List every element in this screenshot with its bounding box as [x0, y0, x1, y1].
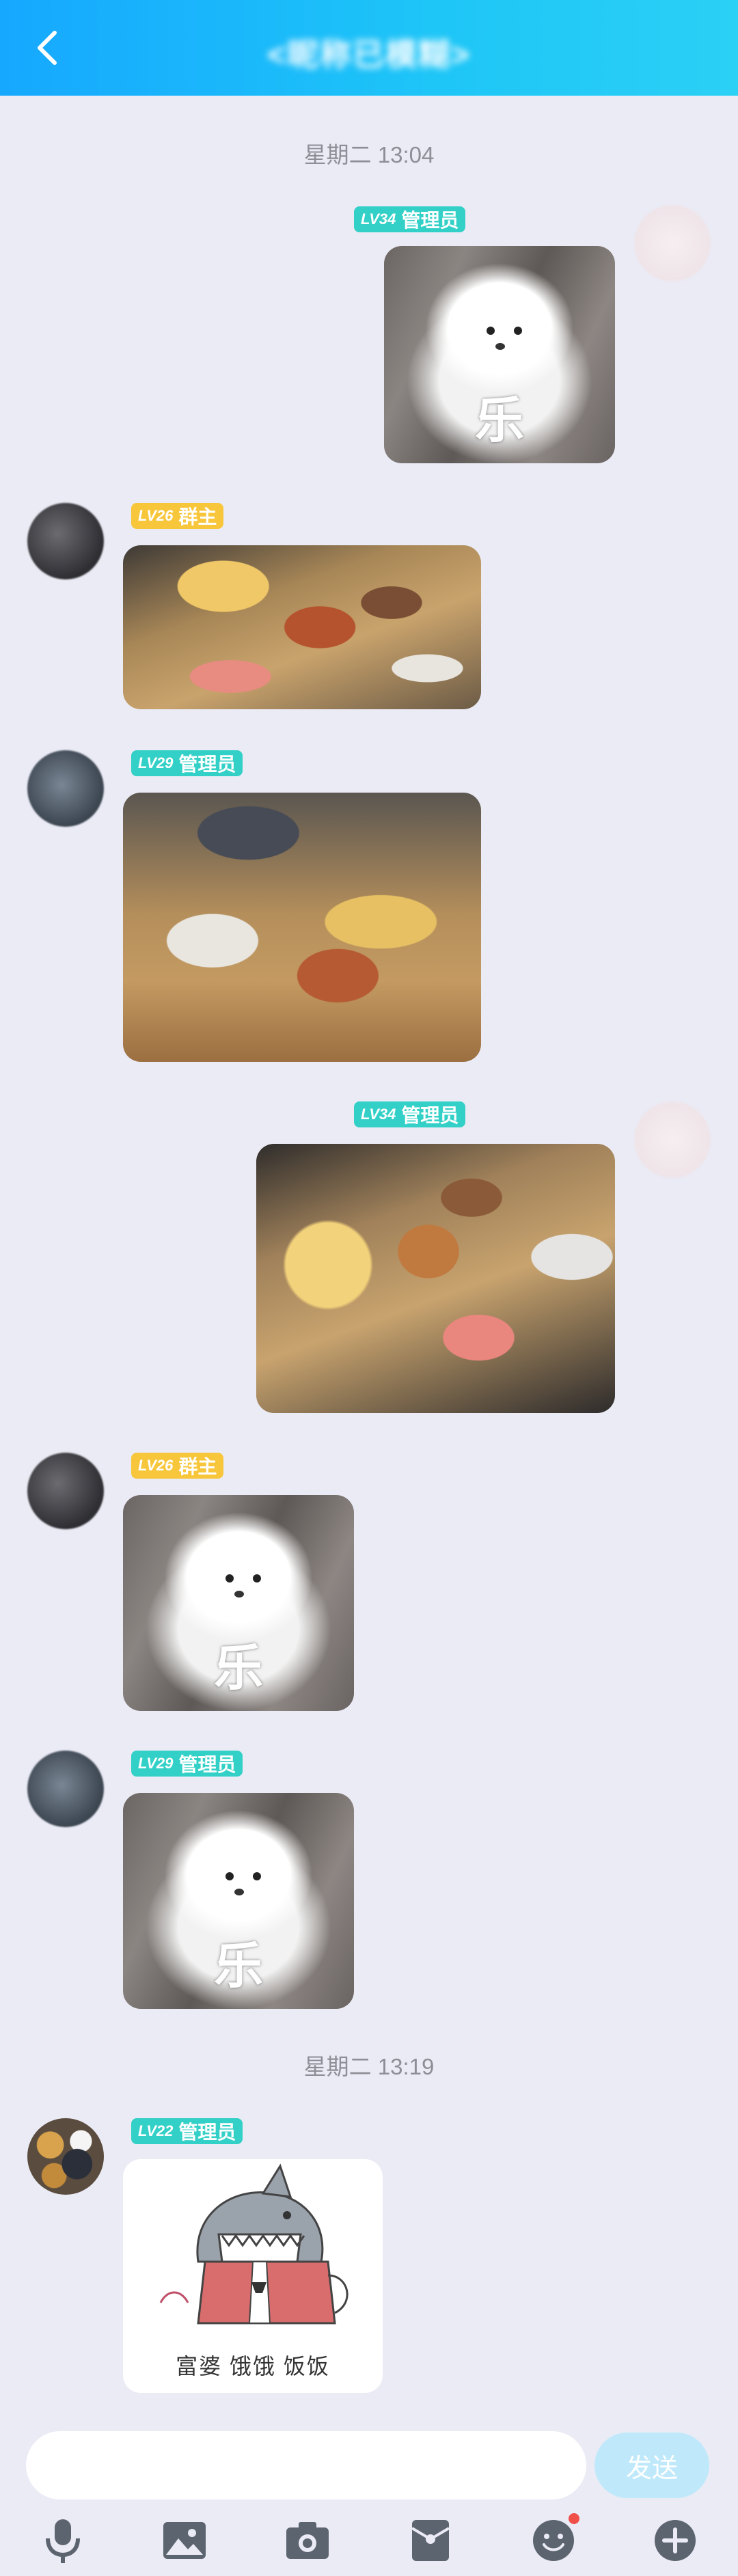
sticker-text: 乐	[213, 1939, 263, 1994]
dog-sticker-message[interactable]: 乐	[123, 1793, 354, 2009]
avatar[interactable]	[27, 1453, 104, 1529]
dog-eye	[226, 1872, 234, 1880]
dog-eye	[514, 327, 522, 335]
avatar[interactable]	[634, 1101, 711, 1178]
emoji-button[interactable]	[526, 2513, 581, 2568]
food-photo-message[interactable]	[123, 545, 481, 709]
avatar[interactable]	[27, 1751, 104, 1827]
food-photo-message[interactable]	[256, 1144, 615, 1413]
message-input[interactable]	[26, 2431, 586, 2499]
level-badge: LV34 管理员	[354, 1101, 466, 1127]
dog-nose	[234, 1889, 244, 1895]
red-packet-button[interactable]	[403, 2513, 458, 2568]
shark-sticker-message[interactable]: 富婆 饿饿 饭饭	[123, 2159, 383, 2393]
emoji-icon	[533, 2520, 574, 2561]
more-button[interactable]	[648, 2513, 702, 2568]
notification-dot	[569, 2513, 579, 2524]
level-badge: LV29 管理员	[131, 1751, 243, 1777]
dog-eye	[226, 1574, 234, 1582]
shark-illustration	[159, 2163, 348, 2325]
timestamp: 星期二 13:19	[303, 2054, 435, 2079]
avatar[interactable]	[634, 205, 711, 282]
sticker-caption: 富婆 饿饿 饭饭	[176, 2354, 330, 2379]
dog-sticker-message[interactable]: 乐	[123, 1495, 354, 1711]
dog-sticker-message[interactable]: 乐	[384, 246, 615, 463]
food-photo-message[interactable]	[123, 793, 481, 1062]
avatar[interactable]	[27, 503, 104, 579]
send-button[interactable]: 发送	[594, 2433, 709, 2498]
level-badge: LV29 管理员	[131, 750, 243, 776]
avatar[interactable]	[27, 2118, 104, 2195]
sticker-text: 乐	[474, 394, 524, 448]
chat-header: <昵称已模糊>	[0, 0, 738, 96]
camera-button[interactable]	[280, 2513, 335, 2568]
plus-icon	[655, 2520, 696, 2561]
timestamp: 星期二 13:04	[303, 142, 435, 167]
dog-nose	[234, 1591, 244, 1598]
image-button[interactable]	[157, 2513, 212, 2568]
image-icon	[163, 2522, 206, 2559]
dog-nose	[495, 343, 505, 350]
level-badge: LV34 管理员	[354, 206, 466, 232]
input-bar: 发送	[0, 2412, 738, 2501]
microphone-icon	[46, 2519, 80, 2563]
camera-icon	[286, 2522, 329, 2559]
level-badge: LV26 群主	[131, 503, 224, 529]
dog-eye	[487, 327, 495, 335]
voice-button[interactable]	[36, 2513, 90, 2568]
dog-eye	[253, 1574, 261, 1582]
level-badge: LV22 管理员	[131, 2118, 243, 2144]
sticker-text: 乐	[213, 1641, 263, 1696]
dog-eye	[253, 1872, 261, 1880]
red-packet-icon	[411, 2520, 450, 2561]
bottom-toolbar	[0, 2501, 738, 2576]
chat-title: <昵称已模糊>	[267, 37, 471, 72]
avatar[interactable]	[27, 750, 104, 827]
level-badge: LV26 群主	[131, 1453, 224, 1479]
